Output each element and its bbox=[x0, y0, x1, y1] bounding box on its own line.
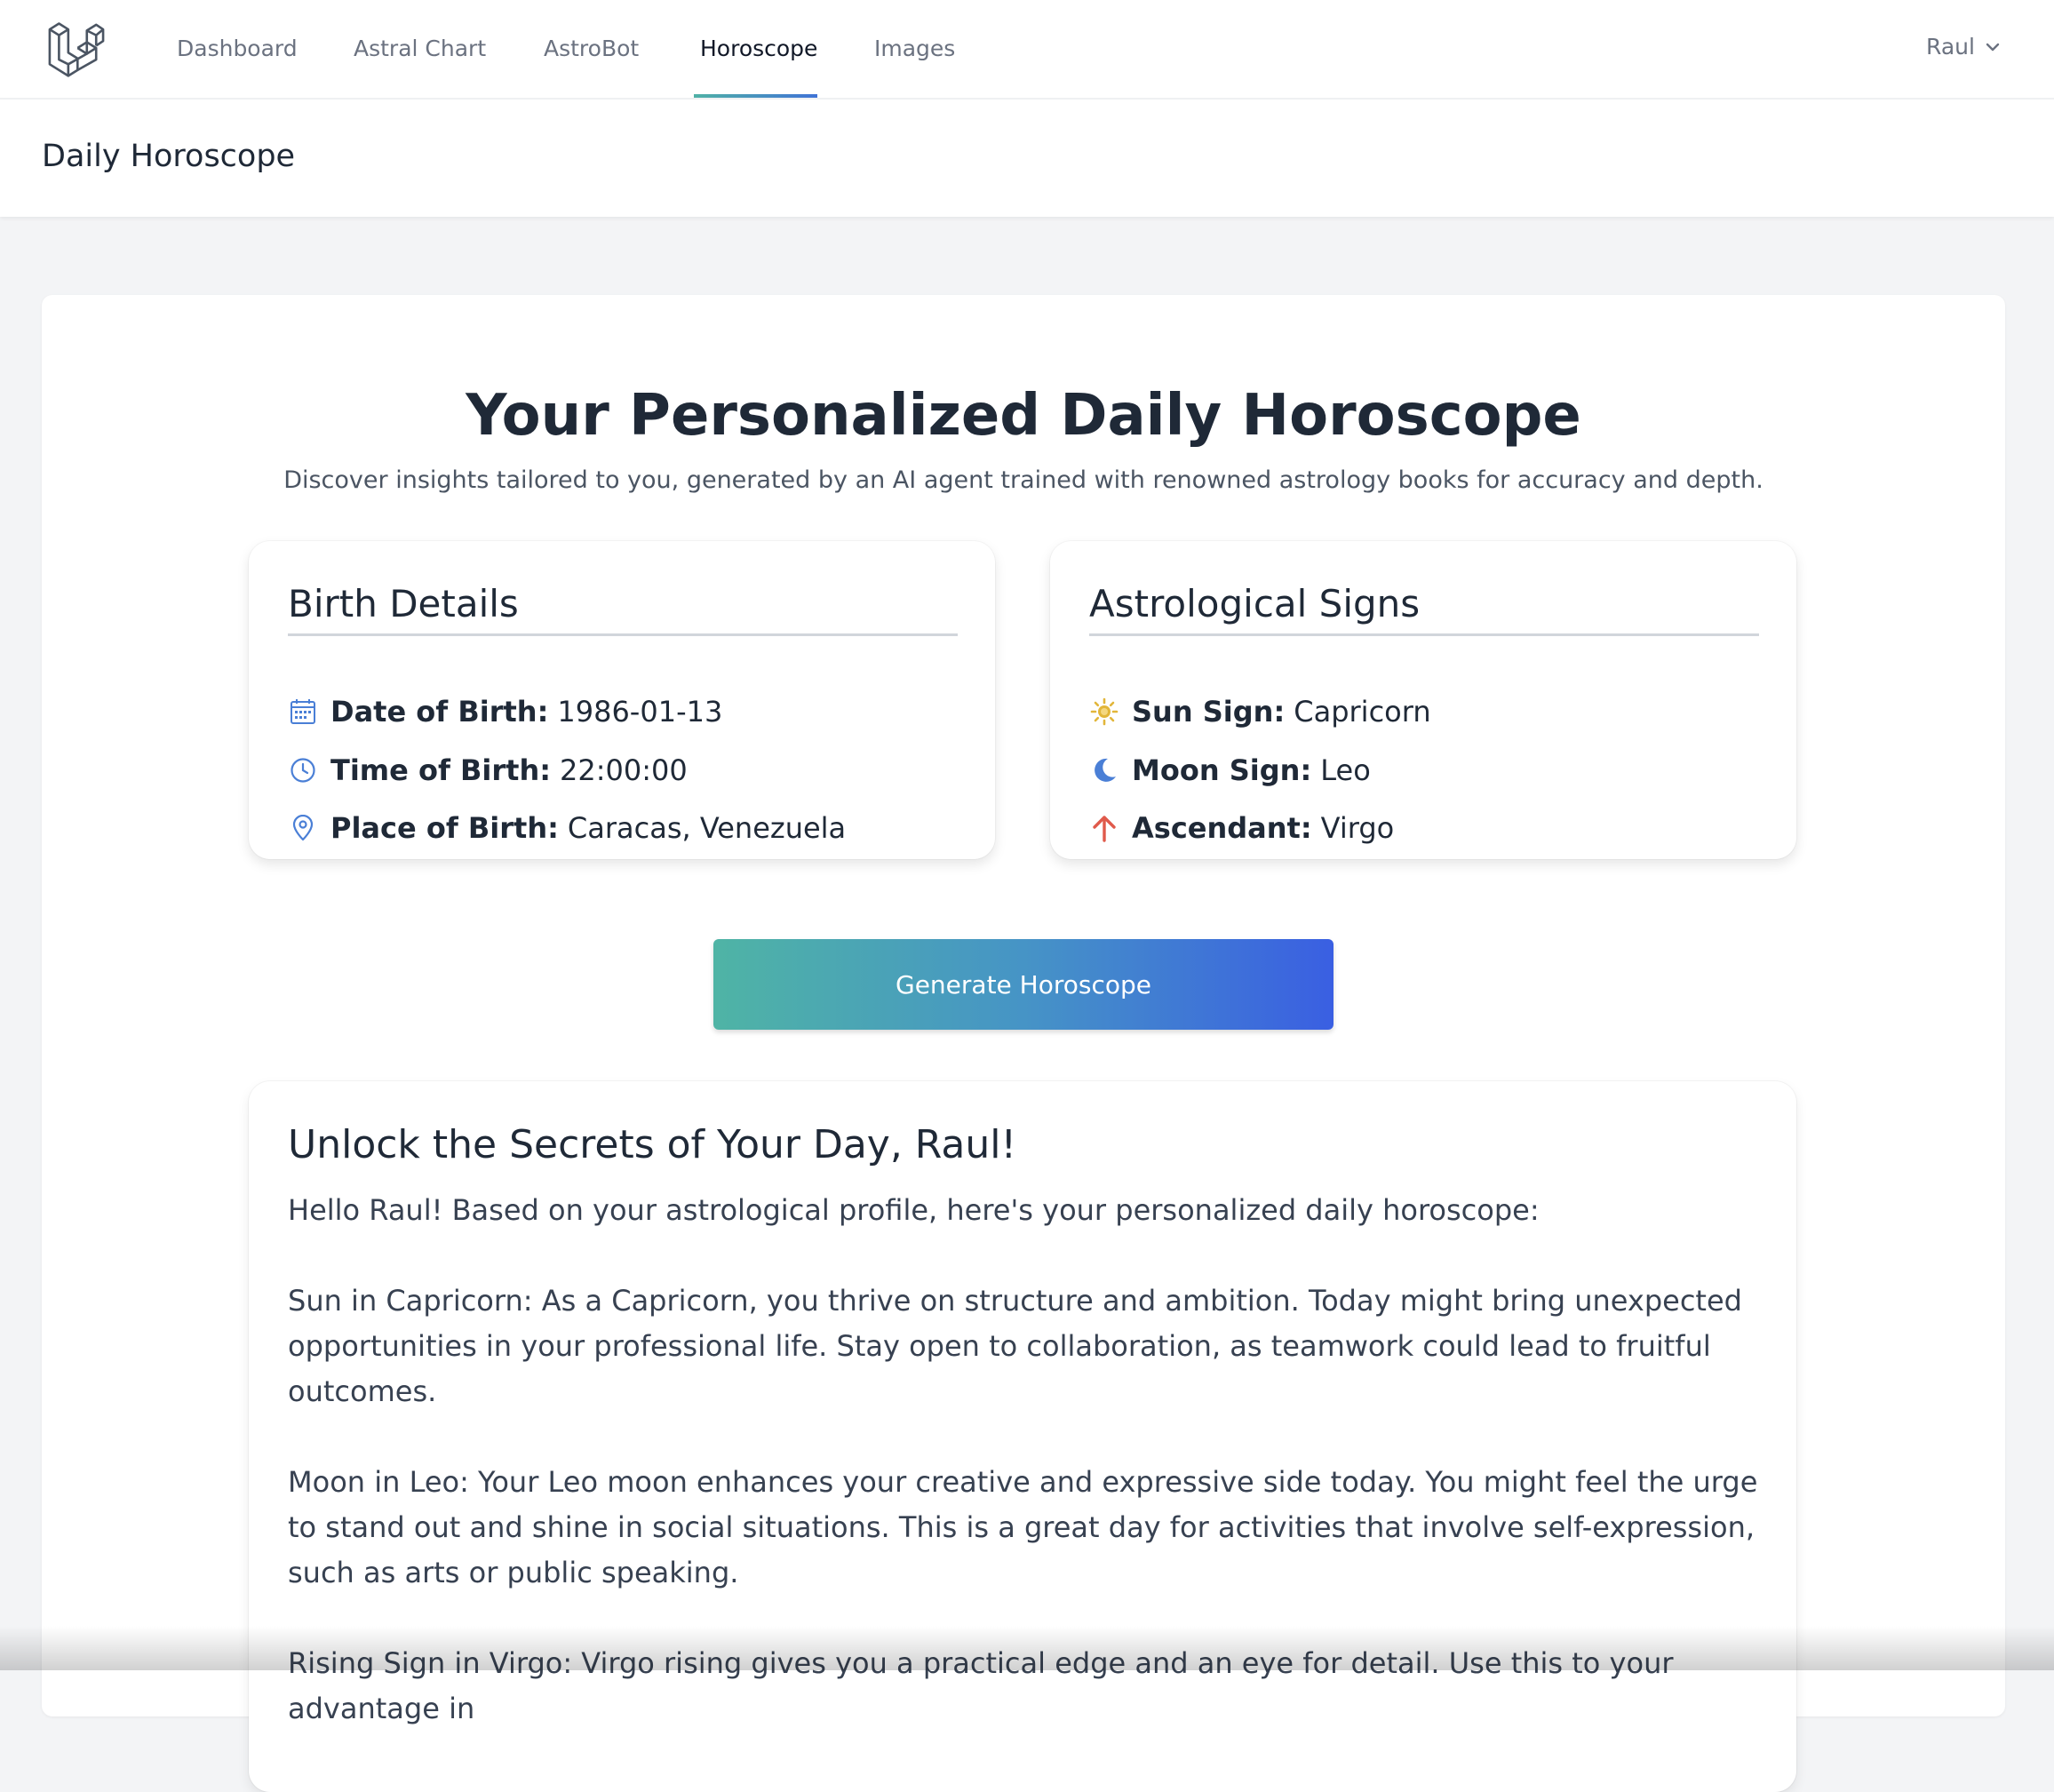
sun-icon bbox=[1089, 697, 1119, 727]
result-paragraph: Sun in Capricorn: As a Capricorn, you th… bbox=[288, 1284, 1742, 1408]
moon-sign-row: Moon Sign: Leo bbox=[1089, 751, 1371, 790]
user-name: Raul bbox=[1926, 34, 1975, 60]
page-header: Daily Horoscope bbox=[0, 100, 2054, 217]
nav-link-images[interactable]: Images bbox=[874, 34, 955, 64]
astrological-signs-card: Astrological Signs Sun Sign: Capricorn M… bbox=[1050, 541, 1796, 859]
user-menu-dropdown[interactable]: Raul bbox=[1926, 32, 2000, 62]
nav-link-horoscope[interactable]: Horoscope bbox=[700, 34, 817, 64]
time-of-birth-label: Time of Birth: bbox=[330, 753, 552, 787]
time-of-birth-row: Time of Birth: 22:00:00 bbox=[288, 751, 688, 790]
active-tab-indicator bbox=[694, 94, 817, 98]
astrological-signs-heading: Astrological Signs bbox=[1089, 580, 1759, 636]
calendar-icon bbox=[288, 697, 318, 727]
horoscope-result-card: Unlock the Secrets of Your Day, Raul! He… bbox=[249, 1081, 1796, 1792]
horoscope-panel: Your Personalized Daily Horoscope Discov… bbox=[42, 295, 2005, 1792]
moon-sign-label: Moon Sign: bbox=[1132, 753, 1312, 787]
location-pin-icon bbox=[288, 813, 318, 843]
ascendant-row: Ascendant: Virgo bbox=[1089, 808, 1394, 848]
date-of-birth-label: Date of Birth: bbox=[330, 695, 549, 729]
generate-horoscope-button[interactable]: Generate Horoscope bbox=[713, 939, 1334, 1030]
ascendant-label: Ascendant: bbox=[1132, 811, 1312, 845]
clock-icon bbox=[288, 755, 318, 785]
sun-sign-value: Capricorn bbox=[1294, 695, 1431, 729]
bottom-fade bbox=[0, 1626, 2054, 1670]
nav-link-astral-chart[interactable]: Astral Chart bbox=[354, 34, 486, 64]
place-of-birth-value: Caracas, Venezuela bbox=[567, 811, 847, 845]
result-body: Hello Raul! Based on your astrological p… bbox=[288, 1188, 1763, 1777]
place-of-birth-label: Place of Birth: bbox=[330, 811, 559, 845]
moon-icon bbox=[1089, 755, 1119, 785]
chevron-down-icon bbox=[1986, 43, 2000, 52]
date-of-birth-row: Date of Birth: 1986-01-13 bbox=[288, 692, 722, 731]
result-title: Unlock the Secrets of Your Day, Raul! bbox=[288, 1122, 1017, 1167]
sun-sign-row: Sun Sign: Capricorn bbox=[1089, 692, 1431, 731]
hero-title: Your Personalized Daily Horoscope bbox=[466, 383, 1581, 449]
moon-sign-value: Leo bbox=[1320, 753, 1371, 787]
birth-details-heading: Birth Details bbox=[288, 580, 958, 636]
nav-link-dashboard[interactable]: Dashboard bbox=[177, 34, 298, 64]
top-navigation: Dashboard Astral Chart AstroBot Horoscop… bbox=[0, 0, 2054, 100]
laravel-logo-icon[interactable] bbox=[46, 18, 107, 78]
ascendant-value: Virgo bbox=[1320, 811, 1395, 845]
birth-details-card: Birth Details Date of Birth: 1986-01-13 bbox=[249, 541, 995, 859]
date-of-birth-value: 1986-01-13 bbox=[557, 695, 723, 729]
nav-link-astrobot[interactable]: AstroBot bbox=[544, 34, 639, 64]
arrow-up-icon bbox=[1089, 813, 1119, 843]
result-paragraph: Hello Raul! Based on your astrological p… bbox=[288, 1193, 1540, 1227]
page-title: Daily Horoscope bbox=[42, 139, 296, 174]
result-paragraph: Moon in Leo: Your Leo moon enhances your… bbox=[288, 1465, 1758, 1589]
place-of-birth-row: Place of Birth: Caracas, Venezuela bbox=[288, 808, 846, 848]
sun-sign-label: Sun Sign: bbox=[1132, 695, 1286, 729]
hero-subtitle: Discover insights tailored to you, gener… bbox=[283, 466, 1763, 494]
time-of-birth-value: 22:00:00 bbox=[560, 753, 688, 787]
